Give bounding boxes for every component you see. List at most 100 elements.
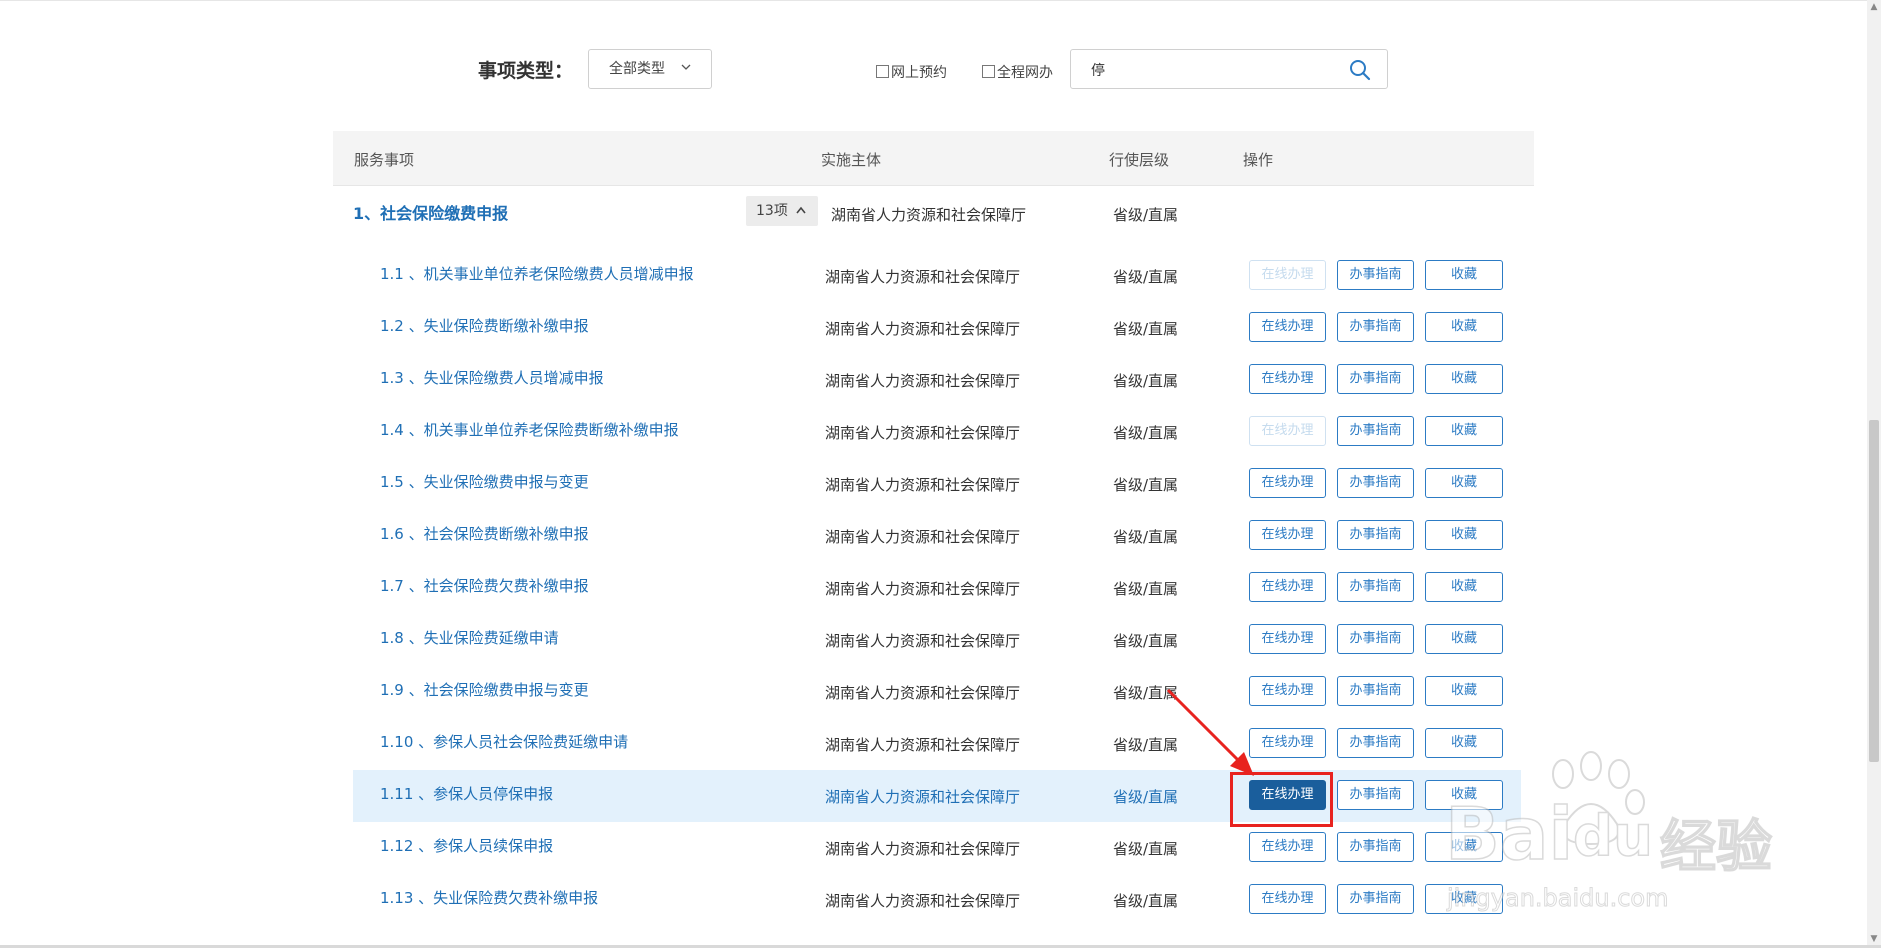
group-count-toggle[interactable]: 13项	[746, 196, 818, 226]
online-process-button[interactable]: 在线办理	[1249, 468, 1326, 498]
service-item-link[interactable]: 1.10 、参保人员社会保险费延缴申请	[380, 731, 628, 752]
favorite-button[interactable]: 收藏	[1425, 416, 1503, 446]
online-booking-checkbox[interactable]: 网上预约	[876, 62, 947, 82]
online-process-button[interactable]: 在线办理	[1249, 312, 1326, 342]
service-guide-button[interactable]: 办事指南	[1337, 832, 1414, 862]
group-count: 13项	[756, 203, 788, 219]
chevron-up-icon	[796, 206, 806, 214]
service-item-org: 湖南省人力资源和社会保障厅	[825, 840, 1021, 858]
search-icon[interactable]	[1349, 59, 1371, 81]
service-item-org: 湖南省人力资源和社会保障厅	[825, 528, 1021, 546]
online-process-button[interactable]: 在线办理	[1249, 884, 1326, 914]
online-process-button[interactable]: 在线办理	[1249, 832, 1326, 862]
service-item-org: 湖南省人力资源和社会保障厅	[825, 372, 1021, 390]
service-guide-button[interactable]: 办事指南	[1337, 884, 1414, 914]
column-header-level: 行使层级	[1109, 151, 1170, 169]
favorite-button[interactable]: 收藏	[1425, 364, 1503, 394]
table-row: 1.1 、机关事业单位养老保险缴费人员增减申报 湖南省人力资源和社会保障厅 省级/直…	[353, 250, 1521, 302]
service-item-level: 省级/直属	[1113, 632, 1179, 650]
baidu-jingyan-watermark: Bai du 经验 jingyan.baidu.com	[1444, 744, 1785, 924]
table-row: 1.7 、社会保险费欠费补缴申报 湖南省人力资源和社会保障厅 省级/直属 在线办理 办事…	[353, 562, 1521, 614]
service-guide-button[interactable]: 办事指南	[1337, 260, 1414, 290]
favorite-button[interactable]: 收藏	[1425, 312, 1503, 342]
service-item-level: 省级/直属	[1113, 372, 1179, 390]
service-guide-button[interactable]: 办事指南	[1337, 312, 1414, 342]
group-title[interactable]: 1、社会保险缴费申报	[353, 200, 508, 224]
favorite-button[interactable]: 收藏	[1425, 624, 1503, 654]
service-item-link[interactable]: 1.2 、失业保险费断缴补缴申报	[380, 315, 589, 336]
service-item-link[interactable]: 1.11 、参保人员停保申报	[380, 783, 553, 804]
service-item-org: 湖南省人力资源和社会保障厅	[825, 320, 1021, 338]
favorite-button[interactable]: 收藏	[1425, 676, 1503, 706]
service-guide-button[interactable]: 办事指南	[1337, 624, 1414, 654]
service-item-link[interactable]: 1.7 、社会保险费欠费补缴申报	[380, 575, 589, 596]
service-item-level: 省级/直属	[1113, 320, 1179, 338]
service-item-org: 湖南省人力资源和社会保障厅	[825, 892, 1021, 910]
favorite-button[interactable]: 收藏	[1425, 260, 1503, 290]
service-item-link[interactable]: 1.12 、参保人员续保申报	[380, 835, 553, 856]
service-item-org: 湖南省人力资源和社会保障厅	[825, 632, 1021, 650]
service-guide-button[interactable]: 办事指南	[1337, 416, 1414, 446]
chevron-down-icon	[681, 64, 691, 70]
table-row: 1.3 、失业保险缴费人员增减申报 湖南省人力资源和社会保障厅 省级/直属 在线办理办…	[353, 354, 1521, 406]
table-row: 1.11 、参保人员停保申报 湖南省人力资源和社会保障厅 省级/直属 在线办理 办事指南…	[353, 770, 1521, 822]
table-row: 1.10 、参保人员社会保险费延缴申请 湖南省人力资源和社会保障厅 省级/直属 在线办…	[353, 718, 1521, 770]
service-item-level: 省级/直属	[1113, 892, 1179, 910]
group-level: 省级/直属	[1113, 206, 1179, 224]
full-online-label: 全程网办	[997, 65, 1053, 81]
scroll-down-icon[interactable]: ▼	[1867, 932, 1881, 946]
checkbox-icon	[982, 65, 995, 78]
favorite-button[interactable]: 收藏	[1425, 468, 1503, 498]
service-item-link[interactable]: 1.8 、失业保险费延缴申请	[380, 627, 559, 648]
service-item-org: 湖南省人力资源和社会保障厅	[825, 268, 1021, 286]
service-item-level: 省级/直属	[1113, 476, 1179, 494]
favorite-button[interactable]: 收藏	[1425, 520, 1503, 550]
service-guide-button[interactable]: 办事指南	[1337, 728, 1414, 758]
type-select[interactable]: 全部类型	[588, 49, 712, 89]
service-item-level: 省级/直属	[1113, 528, 1179, 546]
full-online-checkbox[interactable]: 全程网办	[982, 62, 1053, 82]
checkbox-icon	[876, 65, 889, 78]
service-item-link[interactable]: 1.13 、失业保险费欠费补缴申报	[380, 887, 598, 908]
watermark-url: jingyan.baidu.com	[1446, 884, 1669, 913]
annotation-arrow	[1166, 688, 1254, 776]
online-process-button[interactable]: 在线办理	[1249, 624, 1326, 654]
service-item-link[interactable]: 1.3 、失业保险缴费人员增减申报	[380, 367, 604, 388]
service-item-link[interactable]: 1.4 、机关事业单位养老保险费断缴补缴申报	[380, 419, 679, 440]
online-process-button[interactable]: 在线办理	[1249, 572, 1326, 602]
filter-type-label: 事项类型：	[478, 60, 574, 82]
service-item-org: 湖南省人力资源和社会保障厅	[825, 476, 1021, 494]
service-guide-button[interactable]: 办事指南	[1337, 676, 1414, 706]
scroll-up-icon[interactable]: ▲	[1867, 0, 1881, 14]
service-guide-button[interactable]: 办事指南	[1337, 364, 1414, 394]
table-row: 1.12 、参保人员续保申报 湖南省人力资源和社会保障厅 省级/直属 在线办理 办事指南…	[353, 822, 1521, 874]
online-process-button[interactable]: 在线办理	[1249, 520, 1326, 550]
type-select-value: 全部类型	[609, 61, 665, 77]
service-item-link[interactable]: 1.1 、机关事业单位养老保险缴费人员增减申报	[380, 263, 694, 284]
online-process-button: 在线办理	[1249, 260, 1326, 290]
table-row: 1.5 、失业保险缴费申报与变更 湖南省人力资源和社会保障厅 省级/直属 在线办理 办事…	[353, 458, 1521, 510]
service-item-org: 湖南省人力资源和社会保障厅	[825, 684, 1021, 702]
service-item-link[interactable]: 1.9 、社会保险缴费申报与变更	[380, 679, 589, 700]
service-guide-button[interactable]: 办事指南	[1337, 520, 1414, 550]
service-item-org: 湖南省人力资源和社会保障厅	[825, 736, 1021, 754]
service-item-link[interactable]: 1.5 、失业保险缴费申报与变更	[380, 471, 589, 492]
top-divider	[0, 0, 1881, 1]
column-header-org: 实施主体	[821, 151, 882, 169]
search-input[interactable]	[1089, 58, 1343, 82]
table-row: 1.8 、失业保险费延缴申请 湖南省人力资源和社会保障厅 省级/直属 在线办理 办事指南…	[353, 614, 1521, 666]
service-guide-button[interactable]: 办事指南	[1337, 572, 1414, 602]
online-process-button: 在线办理	[1249, 416, 1326, 446]
service-item-org: 湖南省人力资源和社会保障厅	[825, 424, 1021, 442]
table-row: 1.4 、机关事业单位养老保险费断缴补缴申报 湖南省人力资源和社会保障厅 省级/直属…	[353, 406, 1521, 458]
service-item-link[interactable]: 1.6 、社会保险费断缴补缴申报	[380, 523, 589, 544]
online-process-button[interactable]: 在线办理	[1249, 364, 1326, 394]
service-guide-button[interactable]: 办事指南	[1337, 780, 1414, 810]
search-box	[1070, 49, 1388, 89]
favorite-button[interactable]: 收藏	[1425, 572, 1503, 602]
service-item-org: 湖南省人力资源和社会保障厅	[825, 580, 1021, 598]
scrollbar-thumb[interactable]	[1869, 420, 1879, 762]
service-guide-button[interactable]: 办事指南	[1337, 468, 1414, 498]
group-org: 湖南省人力资源和社会保障厅	[831, 206, 1027, 224]
table-row: 1.13 、失业保险费欠费补缴申报 湖南省人力资源和社会保障厅 省级/直属 在线办理办…	[353, 874, 1521, 926]
